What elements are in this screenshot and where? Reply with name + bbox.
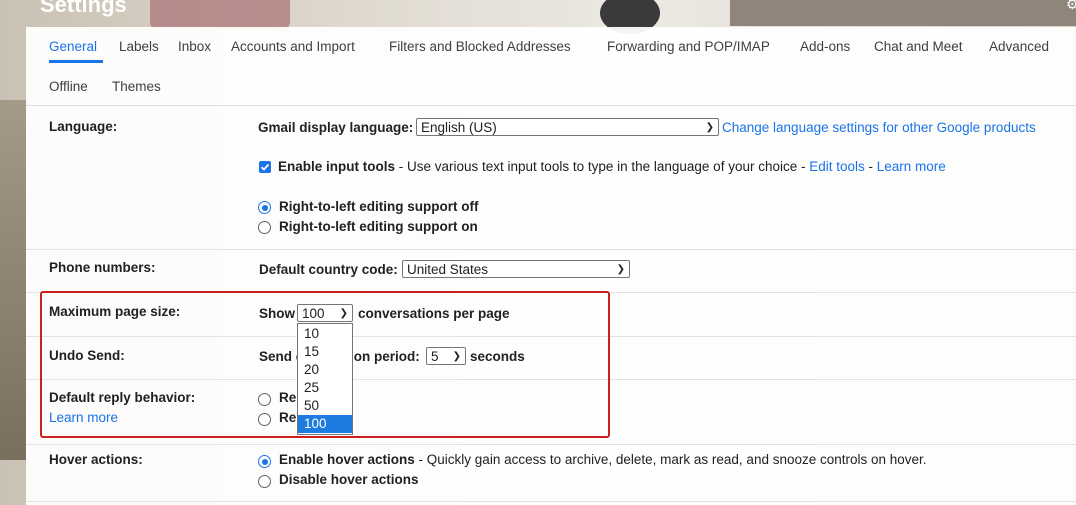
page-size-option[interactable]: 50 bbox=[298, 397, 352, 415]
country-code-value: United States bbox=[407, 262, 489, 277]
disable-hover-label: Disable hover actions bbox=[279, 472, 419, 487]
rtl-on-label: Right-to-left editing support on bbox=[279, 219, 478, 234]
input-tools-description: - Use various text input tools to type i… bbox=[395, 159, 810, 174]
hover-actions-label: Hover actions: bbox=[49, 452, 143, 467]
display-language-label: Gmail display language: bbox=[258, 120, 414, 135]
tab-inbox[interactable]: Inbox bbox=[178, 39, 211, 54]
active-tab-indicator bbox=[49, 60, 103, 63]
input-tools-learn-more-link[interactable]: Learn more bbox=[877, 159, 946, 174]
rtl-off-radio[interactable] bbox=[258, 201, 271, 214]
phone-numbers-label: Phone numbers: bbox=[49, 260, 156, 275]
input-tools-checkbox[interactable] bbox=[259, 161, 271, 173]
page-size-option-selected[interactable]: 100 bbox=[298, 415, 352, 433]
edit-tools-link[interactable]: Edit tools bbox=[809, 159, 865, 174]
page-size-option[interactable]: 15 bbox=[298, 343, 352, 361]
page-title: Settings bbox=[40, 0, 127, 17]
page-size-dropdown-list[interactable]: 10 15 20 25 50 100 bbox=[297, 323, 353, 435]
enable-hover-description: - Quickly gain access to archive, delete… bbox=[414, 452, 927, 467]
enable-hover-line: Enable hover actions - Quickly gain acce… bbox=[279, 452, 927, 467]
chevron-down-icon: ❯ bbox=[616, 264, 625, 275]
enable-hover-label: Enable hover actions bbox=[279, 452, 415, 467]
link-separator: - bbox=[864, 159, 877, 174]
input-tools-line: Enable input tools - Use various text in… bbox=[278, 159, 946, 174]
display-language-value: English (US) bbox=[421, 120, 497, 135]
page-size-option[interactable]: 25 bbox=[298, 379, 352, 397]
tab-accounts-and-import[interactable]: Accounts and Import bbox=[231, 39, 355, 54]
settings-tabs: General Labels Inbox Accounts and Import… bbox=[26, 27, 1076, 106]
tab-general[interactable]: General bbox=[49, 39, 97, 54]
enable-hover-radio[interactable] bbox=[258, 455, 271, 468]
row-divider bbox=[26, 444, 1076, 445]
language-label: Language: bbox=[49, 119, 118, 134]
country-code-label: Default country code: bbox=[259, 262, 398, 277]
check-icon bbox=[260, 163, 270, 171]
tab-forwarding-and-pop-imap[interactable]: Forwarding and POP/IMAP bbox=[607, 39, 770, 54]
rtl-off-label: Right-to-left editing support off bbox=[279, 199, 479, 214]
row-divider bbox=[26, 249, 1076, 250]
tab-filters-and-blocked-addresses[interactable]: Filters and Blocked Addresses bbox=[389, 39, 571, 54]
tab-labels[interactable]: Labels bbox=[119, 39, 159, 54]
page-size-option[interactable]: 10 bbox=[298, 325, 352, 343]
display-language-select[interactable]: English (US) ❯ bbox=[416, 118, 719, 136]
input-tools-label: Enable input tools bbox=[278, 159, 395, 174]
disable-hover-radio[interactable] bbox=[258, 475, 271, 488]
country-code-select[interactable]: United States ❯ bbox=[402, 260, 630, 278]
page-size-option[interactable]: 20 bbox=[298, 361, 352, 379]
change-language-link[interactable]: Change language settings for other Googl… bbox=[722, 120, 1036, 135]
tab-offline[interactable]: Offline bbox=[49, 79, 88, 94]
tab-add-ons[interactable]: Add-ons bbox=[800, 39, 850, 54]
tab-chat-and-meet[interactable]: Chat and Meet bbox=[874, 39, 963, 54]
chevron-down-icon: ❯ bbox=[705, 122, 714, 133]
gear-icon[interactable]: ⚙ bbox=[1066, 0, 1076, 12]
tab-advanced[interactable]: Advanced bbox=[989, 39, 1049, 54]
row-divider bbox=[26, 501, 1076, 502]
tab-themes[interactable]: Themes bbox=[112, 79, 161, 94]
rtl-on-radio[interactable] bbox=[258, 221, 271, 234]
